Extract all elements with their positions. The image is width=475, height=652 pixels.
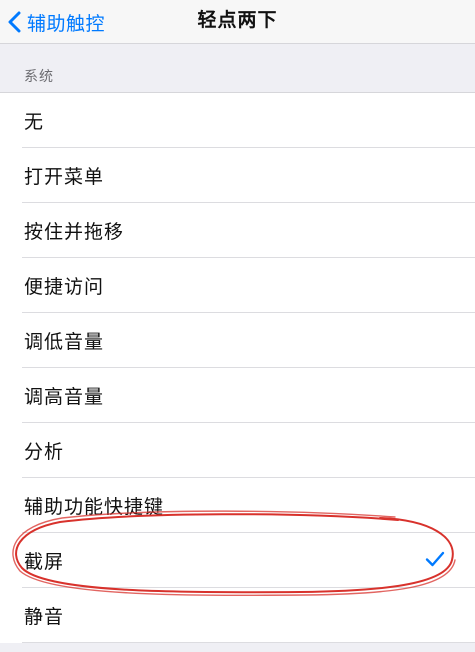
navigation-bar: 辅助触控 轻点两下 bbox=[0, 0, 475, 44]
list-item-reachability[interactable]: 便捷访问 bbox=[0, 258, 475, 313]
list-item-none[interactable]: 无 bbox=[0, 93, 475, 148]
list-item-label: 打开菜单 bbox=[24, 166, 105, 188]
list-item-label: 静音 bbox=[24, 606, 65, 628]
list-item-analytics[interactable]: 分析 bbox=[0, 423, 475, 478]
list-item-volume-up[interactable]: 调高音量 bbox=[0, 368, 475, 423]
list-item-label: 便捷访问 bbox=[24, 276, 105, 298]
list-item-press-and-drag[interactable]: 按住并拖移 bbox=[0, 203, 475, 258]
list-item-screenshot[interactable]: 截屏 bbox=[0, 533, 475, 588]
list-item-open-menu[interactable]: 打开菜单 bbox=[0, 148, 475, 203]
list-item-label: 辅助功能快捷键 bbox=[24, 496, 165, 518]
list-item-label: 按住并拖移 bbox=[24, 221, 125, 243]
list-item-label: 调高音量 bbox=[24, 386, 105, 408]
checkmark-icon bbox=[425, 551, 445, 571]
list-item-accessibility-shortcut[interactable]: 辅助功能快捷键 bbox=[0, 478, 475, 533]
list-item-mute[interactable]: 静音 bbox=[0, 588, 475, 643]
list-item-label: 截屏 bbox=[24, 551, 65, 573]
list-item-label: 调低音量 bbox=[24, 331, 105, 353]
section-header: 系统 bbox=[24, 69, 54, 85]
list-item-volume-down[interactable]: 调低音量 bbox=[0, 313, 475, 368]
page-title: 轻点两下 bbox=[197, 9, 278, 31]
list-item-label: 分析 bbox=[24, 441, 65, 463]
list-item-label: 无 bbox=[24, 111, 45, 133]
action-list: 无 打开菜单 按住并拖移 便捷访问 调低音量 调高音量 分析 辅助功能快捷键 截… bbox=[0, 92, 475, 643]
